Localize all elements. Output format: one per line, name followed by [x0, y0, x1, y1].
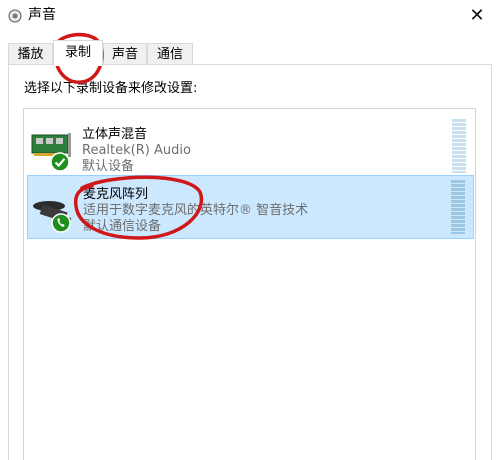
device-name: 立体声混音: [82, 127, 148, 142]
tab-playback[interactable]: 播放: [8, 43, 53, 65]
level-meter: [452, 119, 466, 173]
tab-sounds[interactable]: 声音: [103, 43, 147, 65]
title-bar: 声音 ✕: [0, 0, 500, 32]
level-meter: [451, 180, 465, 234]
close-button[interactable]: ✕: [454, 0, 500, 30]
close-icon: ✕: [469, 4, 485, 26]
device-description: Realtek(R) Audio: [82, 143, 191, 158]
window-title: 声音: [28, 7, 56, 23]
device-status: 默认设备: [82, 159, 135, 174]
check-badge-icon: [50, 152, 70, 172]
device-name: 麦克风阵列: [83, 187, 149, 202]
device-description: 适用于数字麦克风的英特尔® 智音技术: [83, 203, 309, 218]
phone-badge-icon: [51, 213, 71, 233]
tab-recording[interactable]: 录制: [53, 40, 103, 66]
device-status: 默认通信设备: [83, 219, 162, 234]
device-list[interactable]: 立体声混音 Realtek(R) Audio 默认设备 麦克风阵列 适用于数字麦…: [23, 108, 476, 460]
list-item[interactable]: 立体声混音 Realtek(R) Audio 默认设备: [27, 115, 474, 179]
instruction-label: 选择以下录制设备来修改设置:: [24, 81, 198, 96]
speaker-icon: [8, 9, 22, 23]
tab-communications[interactable]: 通信: [147, 43, 193, 65]
list-item[interactable]: 麦克风阵列 适用于数字麦克风的英特尔® 智音技术 默认通信设备: [27, 175, 474, 239]
